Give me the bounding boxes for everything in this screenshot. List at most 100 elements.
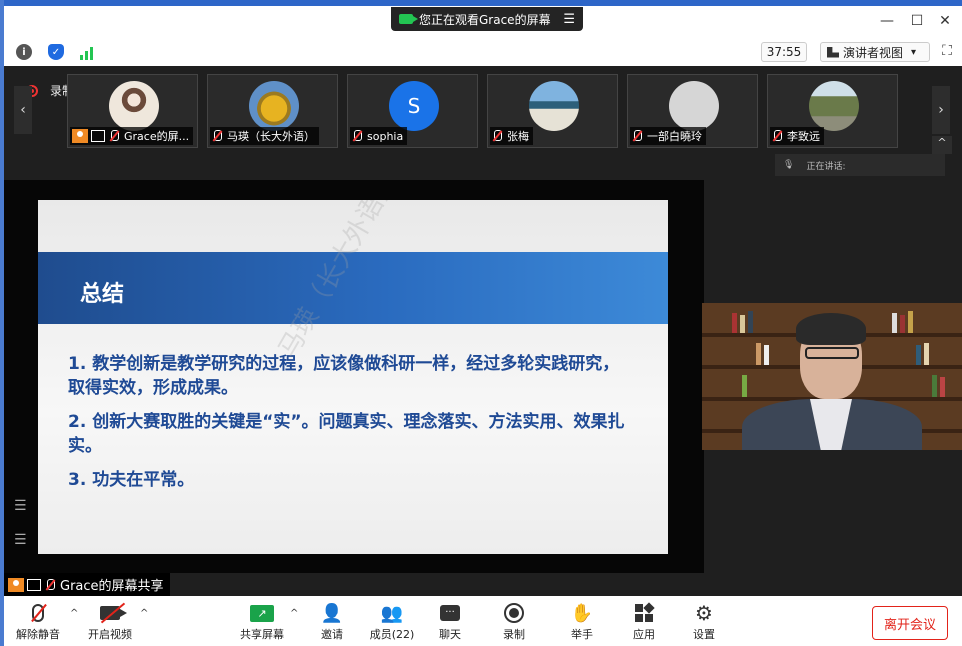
participant-tile[interactable]: 马瑛（长大外语） xyxy=(207,74,338,148)
mic-muted-icon xyxy=(212,130,222,142)
minimize-button[interactable]: — xyxy=(876,13,898,31)
participant-name: Grace的屏... xyxy=(124,130,190,143)
mic-muted-icon xyxy=(632,130,642,142)
unmute-button[interactable]: 解除静音 xyxy=(6,600,70,644)
share-menu-icon[interactable]: ☰ xyxy=(563,12,575,27)
avatar: S xyxy=(389,81,439,131)
participant-tile[interactable]: 李致远 xyxy=(767,74,898,148)
slide-point: 1. 教学创新是教学研究的过程，应该像做科研一样，经过多轮实践研究，取得实效，形… xyxy=(68,354,620,398)
raise-hand-label: 举手 xyxy=(571,628,593,641)
slide-title: 总结 xyxy=(80,282,125,307)
mic-muted-icon xyxy=(31,600,47,626)
meeting-timer: 37:55 xyxy=(761,42,807,62)
view-mode-button[interactable]: 演讲者视图 ▾ xyxy=(820,42,930,62)
mic-muted-icon xyxy=(492,130,502,142)
participant-name-tag: sophia xyxy=(350,127,408,145)
participant-name-tag: 一部白曉玲 xyxy=(630,127,706,145)
share-screen-icon: ↗ xyxy=(250,600,274,626)
mic-muted-icon xyxy=(352,130,362,142)
avatar xyxy=(109,81,159,131)
mic-muted-icon xyxy=(45,578,55,591)
info-icon[interactable]: i xyxy=(16,44,32,60)
collapse-strip-button[interactable]: ^ xyxy=(932,136,952,154)
screen-share-owner: Grace的屏幕共享 xyxy=(60,579,164,594)
record-label: 录制 xyxy=(503,628,525,641)
share-options-caret[interactable]: ^ xyxy=(290,608,298,619)
strip-next-button[interactable]: › xyxy=(932,86,950,134)
participants-button[interactable]: 👥 成员(22) xyxy=(360,600,424,644)
video-options-caret[interactable]: ^ xyxy=(140,608,148,619)
participant-name-tag: 马瑛（长大外语） xyxy=(210,127,319,145)
mic-muted-icon xyxy=(772,130,782,142)
slide-point: 2. 创新大赛取胜的关键是“实”。问题真实、理念落实、方法实用、效果扎实。 xyxy=(68,412,625,456)
participant-name: 马瑛（长大外语） xyxy=(227,130,315,143)
leave-meeting-button[interactable]: 离开会议 xyxy=(872,606,948,640)
start-video-button[interactable]: 开启视频 xyxy=(78,600,142,644)
participant-name-tag: 张梅 xyxy=(490,127,533,145)
chevron-down-icon: ▾ xyxy=(911,46,917,58)
participant-tile[interactable]: 一部白曉玲 xyxy=(627,74,758,148)
security-shield-icon[interactable]: ✓ xyxy=(48,44,64,60)
maximize-button[interactable]: ☐ xyxy=(906,13,928,31)
close-button[interactable]: ✕ xyxy=(934,13,956,31)
window-frame-left xyxy=(0,0,4,646)
mic-muted-icon xyxy=(109,130,119,142)
fullscreen-icon[interactable]: ⛶ xyxy=(938,43,956,61)
avatar xyxy=(809,81,859,131)
share-screen-button[interactable]: ↗ 共享屏幕 xyxy=(230,600,294,644)
shared-screen-area: 总结 1. 教学创新是教学研究的过程，应该像做科研一样，经过多轮实践研究，取得实… xyxy=(4,180,704,573)
share-camera-icon xyxy=(399,14,418,24)
slide-point: 3. 功夫在平常。 xyxy=(68,470,195,490)
title-bar: 您正在观看Grace的屏幕 ☰ — ☐ ✕ xyxy=(4,6,962,38)
participant-tile[interactable]: Grace的屏... xyxy=(67,74,198,148)
raise-hand-button[interactable]: ✋ 举手 xyxy=(550,600,614,644)
apps-button[interactable]: 应用 xyxy=(612,600,676,644)
host-icon xyxy=(8,577,24,592)
chat-label: 聊天 xyxy=(439,628,461,641)
chat-icon: ··· xyxy=(440,600,460,626)
screen-share-icon xyxy=(27,578,41,591)
chat-button[interactable]: ··· 聊天 xyxy=(418,600,482,644)
share-notice-pill[interactable]: 您正在观看Grace的屏幕 ☰ xyxy=(391,7,583,31)
participant-strip: 录制中 ‹ › Grace的屏... 马瑛（长大外语） S xyxy=(4,66,962,154)
participant-name: 李致远 xyxy=(787,130,820,143)
invite-button[interactable]: 👤 邀请 xyxy=(300,600,364,644)
strip-prev-button[interactable]: ‹ xyxy=(14,86,32,134)
record-icon xyxy=(504,600,524,626)
participant-name: sophia xyxy=(367,129,404,143)
speaking-indicator: 🎙 正在讲话: xyxy=(775,154,945,176)
record-button[interactable]: 录制 xyxy=(482,600,546,644)
presentation-slide: 总结 1. 教学创新是教学研究的过程，应该像做科研一样，经过多轮实践研究，取得实… xyxy=(38,200,668,554)
speaker-mic-icon: 🎙 xyxy=(783,160,795,170)
gear-icon: ⚙ xyxy=(695,601,713,625)
meeting-area: 录制中 ‹ › Grace的屏... 马瑛（长大外语） S xyxy=(4,66,962,596)
participant-name-tag: Grace的屏... xyxy=(70,127,194,145)
control-bar: 解除静音 ^ 开启视频 ^ ↗ 共享屏幕 ^ 👤 邀请 👥 成员(22) ···… xyxy=(4,596,962,646)
screen-share-icon xyxy=(91,130,105,142)
hand-icon: ✋ xyxy=(570,602,594,624)
participant-tile[interactable]: S sophia xyxy=(347,74,478,148)
speaking-label: 正在讲话: xyxy=(806,161,846,172)
host-icon xyxy=(72,129,88,143)
invite-label: 邀请 xyxy=(321,628,343,641)
participant-tile[interactable]: 张梅 xyxy=(487,74,618,148)
participant-name: 一部白曉玲 xyxy=(647,130,702,143)
signal-icon[interactable] xyxy=(80,46,96,60)
avatar xyxy=(249,81,299,131)
avatar-initial: S xyxy=(407,94,421,118)
list-icon[interactable]: ☰ xyxy=(14,498,32,514)
share-notice-text: 您正在观看Grace的屏幕 xyxy=(419,12,551,27)
settings-label: 设置 xyxy=(693,628,715,641)
avatar xyxy=(529,81,579,131)
unmute-label: 解除静音 xyxy=(16,628,60,641)
list-icon[interactable]: ☰ xyxy=(14,532,32,548)
participants-label: 成员(22) xyxy=(369,628,415,641)
participants-icon: 👥 xyxy=(380,602,404,624)
add-user-icon: 👤 xyxy=(320,602,344,624)
avatar xyxy=(669,81,719,131)
video-off-icon xyxy=(100,600,127,626)
start-video-label: 开启视频 xyxy=(88,628,132,641)
view-mode-label: 演讲者视图 xyxy=(843,45,904,60)
participant-name: 张梅 xyxy=(507,130,529,143)
settings-button[interactable]: ⚙ 设置 xyxy=(672,600,736,644)
